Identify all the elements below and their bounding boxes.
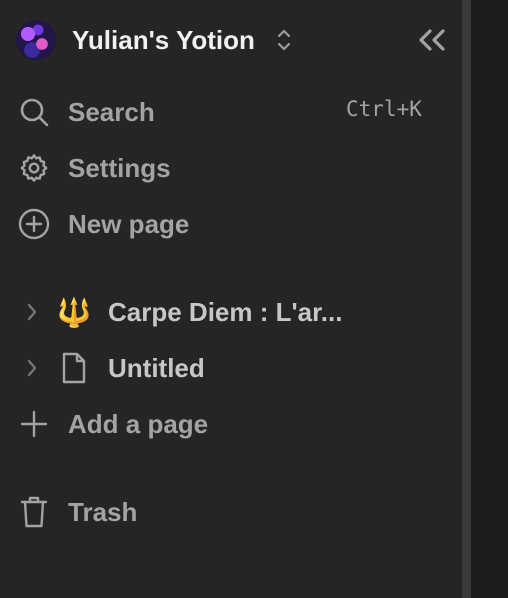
search-shortcut: Ctrl+K [346, 97, 422, 121]
chevron-right-icon[interactable] [20, 297, 44, 327]
settings-button[interactable]: Settings [16, 148, 171, 188]
document-icon [56, 350, 92, 386]
plus-icon [16, 406, 52, 442]
new-page-label: New page [68, 208, 190, 239]
plus-circle-icon [16, 206, 52, 242]
new-page-button[interactable]: New page [16, 204, 189, 244]
search-button[interactable]: Search [16, 92, 155, 132]
search-icon [16, 94, 52, 130]
workspace-avatar [16, 20, 56, 60]
chevrons-up-down-icon[interactable] [273, 25, 295, 55]
search-label: Search [68, 96, 155, 127]
settings-label: Settings [68, 152, 171, 183]
workspace-name: Yulian's Yotion [72, 24, 255, 55]
sidebar-resize-handle[interactable] [462, 0, 471, 598]
collapse-sidebar-button[interactable] [414, 27, 450, 57]
add-page-button[interactable]: Add a page [16, 404, 208, 444]
trash-icon [16, 494, 52, 530]
page-item-untitled[interactable]: Untitled [20, 348, 205, 388]
sidebar: Yulian's Yotion Search Ctrl+K Settings N… [0, 0, 462, 598]
workspace-switcher[interactable]: Yulian's Yotion [16, 20, 295, 60]
chevron-right-icon[interactable] [20, 353, 44, 383]
trash-label: Trash [68, 496, 138, 527]
chevrons-left-icon [416, 28, 448, 57]
trident-emoji-icon: 🔱 [56, 295, 92, 329]
gear-icon [16, 150, 52, 186]
page-title: Carpe Diem : L'ar... [108, 296, 343, 327]
trash-button[interactable]: Trash [16, 492, 137, 532]
page-item-carpe-diem[interactable]: 🔱 Carpe Diem : L'ar... [20, 292, 342, 332]
main-content [471, 0, 508, 598]
add-page-label: Add a page [68, 408, 209, 439]
page-title: Untitled [108, 352, 205, 383]
